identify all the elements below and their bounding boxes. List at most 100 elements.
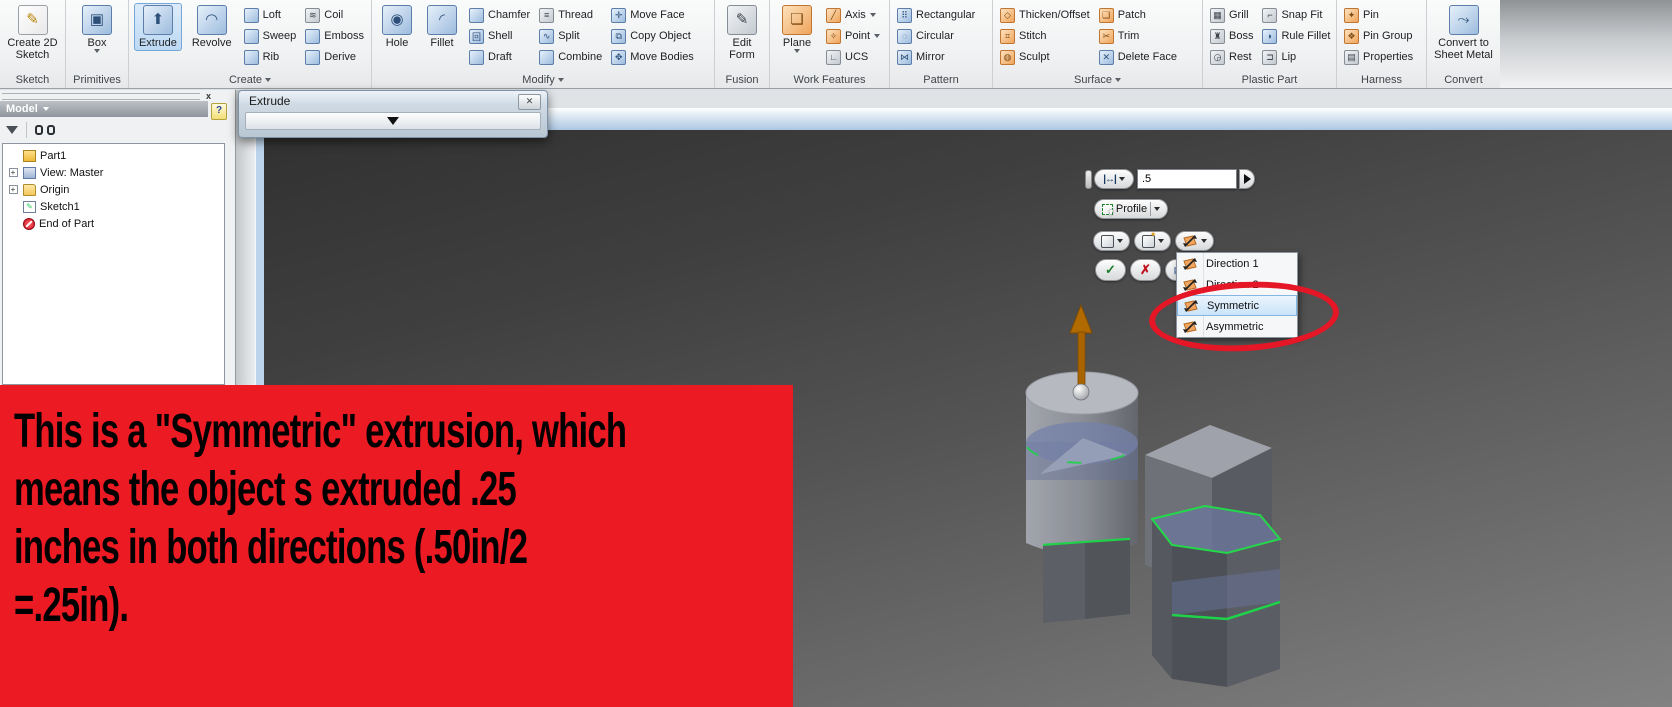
ribbon-group-harness: ✦ Pin ❖ Pin Group ▤ Properties Harness: [1337, 0, 1427, 88]
dialog-collapsed-bar[interactable]: [245, 112, 541, 130]
stitch-icon: ⌗: [1000, 28, 1015, 44]
patch-button[interactable]: ❑ Patch: [1097, 5, 1179, 25]
point-icon: ✧: [826, 28, 841, 44]
circular-pattern-button[interactable]: ◌ Circular: [895, 26, 977, 46]
menu-item-symmetric[interactable]: Symmetric: [1177, 295, 1297, 316]
cancel-button[interactable]: ✗: [1130, 259, 1161, 281]
tree-item-part1[interactable]: Part1: [3, 147, 224, 164]
trim-button[interactable]: ✂ Trim: [1097, 26, 1179, 46]
extrude-dialog[interactable]: Extrude ✕: [238, 90, 548, 138]
mini-toolbar-grip[interactable]: [1085, 170, 1092, 189]
menu-item-asymmetric[interactable]: Asymmetric: [1177, 316, 1297, 337]
delete-face-button[interactable]: ✕ Delete Face: [1097, 47, 1179, 67]
hole-button[interactable]: ◉ Hole: [377, 3, 417, 51]
rectangular-pattern-button[interactable]: ⠿ Rectangular: [895, 5, 977, 25]
plane-button[interactable]: ❏ Plane: [775, 3, 819, 55]
extent-type-button[interactable]: |↔|: [1094, 169, 1134, 189]
thicken-offset-button[interactable]: ◇ Thicken/Offset: [998, 5, 1092, 25]
grill-button[interactable]: ▦ Grill: [1208, 5, 1255, 25]
panel-grip[interactable]: [2, 93, 200, 100]
symmetric-icon: [1183, 298, 1199, 313]
distance-icon: |↔|: [1103, 173, 1117, 185]
tree-item-origin[interactable]: + Origin: [3, 181, 224, 198]
edit-form-button[interactable]: ✎ Edit Form: [720, 3, 764, 63]
ribbon-group-pattern: ⠿ Rectangular ◌ Circular ⋈ Mirror Pattern: [890, 0, 993, 88]
dropdown-arrow-icon: [94, 49, 100, 53]
boss-button[interactable]: ♜ Boss: [1208, 26, 1255, 46]
chevron-down-icon: [1157, 239, 1164, 243]
pin-group-button[interactable]: ❖ Pin Group: [1342, 26, 1415, 46]
tree-item-view-master[interactable]: + View: Master: [3, 164, 224, 181]
shell-button[interactable]: 回 Shell: [467, 26, 532, 46]
snap-fit-button[interactable]: ⌐ Snap Fit: [1260, 5, 1332, 25]
menu-item-direction-1[interactable]: Direction 1: [1177, 253, 1297, 274]
boolean-new-solid-button[interactable]: [1134, 230, 1171, 251]
move-bodies-button[interactable]: ✥ Move Bodies: [609, 47, 696, 67]
cylinder-solid[interactable]: [1025, 371, 1139, 707]
direction-dropdown-button[interactable]: [1175, 231, 1214, 251]
revolve-icon: ◠: [196, 5, 227, 35]
shell-icon: 回: [469, 28, 484, 44]
lip-button[interactable]: ⊐ Lip: [1260, 47, 1332, 67]
copy-object-button[interactable]: ⧉ Copy Object: [609, 26, 696, 46]
browser-toolbar: [0, 118, 235, 142]
create-2d-sketch-button[interactable]: ✎ Create 2D Sketch: [5, 3, 60, 63]
delete-face-icon: ✕: [1098, 49, 1114, 65]
chamfer-button[interactable]: Chamfer: [467, 5, 532, 25]
combine-button[interactable]: Combine: [537, 47, 604, 67]
box-primitive-button[interactable]: ▣ Box: [73, 3, 121, 55]
convert-to-sheet-metal-button[interactable]: ⤳ Convert to Sheet Metal: [1432, 3, 1495, 63]
group-menu-modify[interactable]: Modify: [372, 74, 714, 86]
thread-button[interactable]: ≡ Thread: [537, 5, 604, 25]
move-face-button[interactable]: ✛ Move Face: [609, 5, 696, 25]
rib-button[interactable]: Rib: [242, 47, 299, 67]
expand-icon[interactable]: +: [8, 185, 18, 194]
rest-button[interactable]: ◶ Rest: [1208, 47, 1255, 67]
hex-prism-solid[interactable]: [1150, 504, 1282, 687]
ribbon-group-convert: ⤳ Convert to Sheet Metal Convert: [1427, 0, 1500, 88]
asymmetric-icon: [1182, 319, 1198, 334]
mirror-button[interactable]: ⋈ Mirror: [895, 47, 977, 67]
dialog-close-button[interactable]: ✕: [518, 94, 541, 110]
distance-input[interactable]: [1137, 169, 1237, 189]
loft-button[interactable]: Loft: [242, 5, 299, 25]
stitch-button[interactable]: ⌗ Stitch: [998, 26, 1092, 46]
sweep-button[interactable]: Sweep: [242, 26, 299, 46]
extrude-button[interactable]: ⬆ Extrude: [134, 3, 182, 51]
ok-button[interactable]: ✓: [1095, 259, 1126, 281]
tree-item-sketch1[interactable]: ✎ Sketch1: [3, 198, 224, 215]
ribbon: ✎ Create 2D Sketch Sketch ▣ Box Primitiv…: [0, 0, 1500, 89]
pin-button[interactable]: ✦ Pin: [1342, 5, 1415, 25]
emboss-button[interactable]: Emboss: [303, 26, 366, 46]
sculpt-icon: ◍: [1000, 49, 1015, 65]
point-button[interactable]: ✧ Point: [824, 26, 882, 46]
derive-button[interactable]: Derive: [303, 47, 366, 67]
find-icon[interactable]: [35, 124, 55, 136]
split-button[interactable]: ∿ Split: [537, 26, 604, 46]
sculpt-button[interactable]: ◍ Sculpt: [998, 47, 1092, 67]
part-icon: [23, 149, 36, 162]
manipulator-ball[interactable]: [1072, 383, 1090, 401]
rule-fillet-button[interactable]: ◗ Rule Fillet: [1260, 26, 1332, 46]
profile-button[interactable]: Profile: [1094, 199, 1168, 219]
fillet-button[interactable]: ◜ Fillet: [422, 3, 462, 51]
group-label: Sketch: [15, 74, 50, 86]
tree-item-end-of-part[interactable]: End of Part: [3, 215, 224, 232]
group-menu-create[interactable]: Create: [129, 74, 371, 86]
coil-button[interactable]: ≋ Coil: [303, 5, 366, 25]
ribbon-group-work-features: ❏ Plane ╱ Axis ✧ Point ∟ UCS Work Features: [770, 0, 890, 88]
revolve-button[interactable]: ◠ Revolve: [187, 3, 237, 51]
browser-header-label: Model: [6, 103, 38, 115]
arrow-right-icon: [1243, 174, 1251, 184]
output-solid-button[interactable]: [1093, 231, 1130, 251]
axis-button[interactable]: ╱ Axis: [824, 5, 882, 25]
group-menu-surface[interactable]: Surface: [993, 74, 1202, 86]
filter-icon[interactable]: [6, 126, 18, 134]
menu-item-direction-2[interactable]: Direction 2: [1177, 274, 1297, 295]
browser-header[interactable]: Model: [0, 101, 208, 117]
expand-icon[interactable]: +: [8, 168, 18, 177]
ucs-button[interactable]: ∟ UCS: [824, 47, 882, 67]
properties-button[interactable]: ▤ Properties: [1342, 47, 1415, 67]
draft-button[interactable]: Draft: [467, 47, 532, 67]
grill-icon: ▦: [1210, 7, 1225, 23]
